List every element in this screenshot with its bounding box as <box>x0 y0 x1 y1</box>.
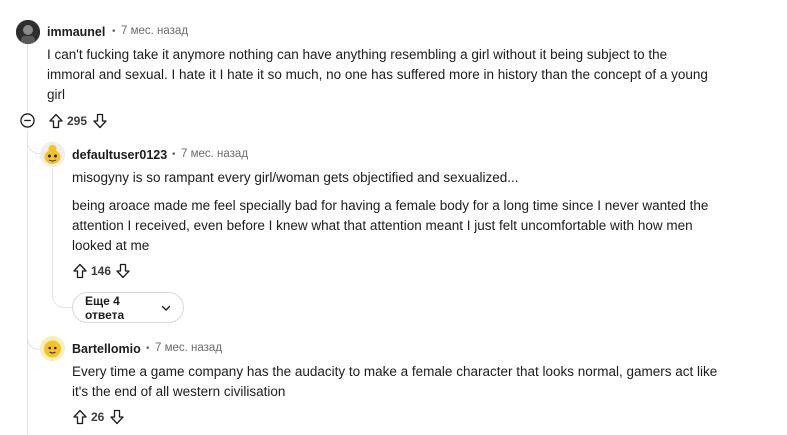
more-replies-button[interactable]: Еще 4 ответа <box>72 292 184 323</box>
comment-line: girl <box>47 87 66 102</box>
comment-body: being aroace made me feel specially bad … <box>72 196 772 256</box>
comment-timestamp[interactable]: 7 мес. назад <box>121 25 188 37</box>
upvote-icon[interactable] <box>72 263 88 279</box>
vote-count: 146 <box>91 264 112 278</box>
yellow-snoo-avatar-icon <box>40 142 65 167</box>
collapse-thread-icon[interactable] <box>20 113 35 128</box>
comment-timestamp[interactable]: 7 мес. назад <box>155 342 222 354</box>
comment-body: Every time a game company has the audaci… <box>72 362 772 402</box>
thread-line <box>27 44 28 112</box>
comment-line: looked at me <box>72 238 150 253</box>
upvote-icon[interactable] <box>48 113 64 129</box>
comment-line: Every time a game company has the audaci… <box>72 364 718 379</box>
avatar[interactable] <box>16 20 40 44</box>
comment-author[interactable]: immaunel <box>47 25 105 39</box>
comment-timestamp[interactable]: 7 мес. назад <box>181 148 248 160</box>
chevron-down-icon <box>161 303 171 313</box>
upvote-icon[interactable] <box>72 409 88 425</box>
comment-author[interactable]: defaultuser0123 <box>72 148 167 162</box>
thread-line <box>27 132 28 435</box>
comment-line: being aroace made me feel specially bad … <box>72 198 709 213</box>
comment-line: attention I received, even before I knew… <box>72 218 693 233</box>
thread-line <box>52 167 53 289</box>
vote-count: 295 <box>67 114 88 128</box>
dark-photo-avatar-icon <box>16 20 40 44</box>
more-replies-label: Еще 4 ответа <box>85 293 125 322</box>
downvote-icon[interactable] <box>115 263 131 279</box>
separator-dot: • <box>172 149 176 160</box>
avatar[interactable] <box>40 336 65 361</box>
comment-body: I can't fucking take it anymore nothing … <box>47 45 767 105</box>
separator-dot: • <box>146 343 150 354</box>
downvote-icon[interactable] <box>109 409 125 425</box>
comment-author[interactable]: Bartellomio <box>72 342 141 356</box>
comment-paragraph: misogyny is so rampant every girl/woman … <box>72 170 519 185</box>
comment-line: it's the end of all western civilisation <box>72 384 286 399</box>
downvote-icon[interactable] <box>92 113 108 129</box>
vote-count: 26 <box>91 410 105 424</box>
reply-connector <box>27 326 40 350</box>
comment-line: I can't fucking take it anymore nothing … <box>47 47 668 62</box>
reply-connector <box>52 280 72 308</box>
yellow-snoo-avatar-icon <box>40 336 65 361</box>
avatar[interactable] <box>40 142 65 167</box>
separator-dot: • <box>112 26 116 37</box>
reply-connector <box>27 130 40 154</box>
comment-body: misogyny is so rampant every girl/woman … <box>72 168 772 188</box>
comment-line: immoral and sexual. I hate it I hate it … <box>47 67 708 82</box>
